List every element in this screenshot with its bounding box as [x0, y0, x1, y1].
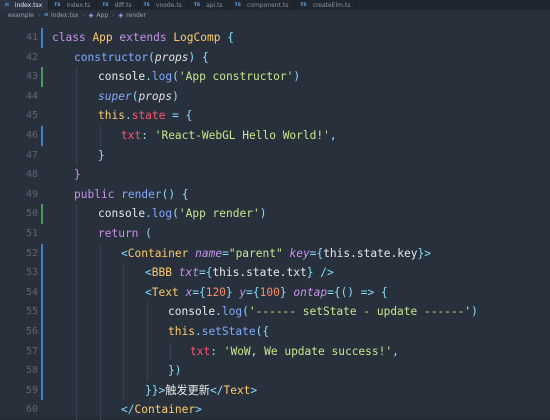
- tab-vnode-ts[interactable]: TS vnode.ts: [139, 0, 189, 10]
- method-icon: ◈: [118, 12, 124, 19]
- breadcrumb-file[interactable]: index.tsx: [51, 12, 78, 19]
- tab-label: createElm.ts: [312, 1, 351, 9]
- breadcrumb-class[interactable]: App: [96, 12, 108, 19]
- tsx-file-icon: ⊞: [5, 2, 9, 8]
- tab-label: component.ts: [246, 1, 289, 9]
- tsx-file-icon: ⊞: [44, 13, 49, 18]
- code-editor: ⊞ index.tsx TS index.ts TS diff.ts TS vn…: [0, 0, 550, 420]
- ts-file-icon: TS: [193, 2, 201, 8]
- ts-file-icon: TS: [300, 2, 307, 8]
- tab-bar: ⊞ index.tsx TS index.ts TS diff.ts TS vn…: [0, 0, 550, 10]
- tab-index-ts[interactable]: TS index.ts: [49, 0, 98, 10]
- tab-label: api.ts: [206, 1, 223, 9]
- breadcrumb-folder[interactable]: example: [8, 12, 34, 19]
- chevron-right-icon: ›: [37, 12, 41, 19]
- tab-api-ts[interactable]: TS api.ts: [189, 0, 230, 10]
- ts-file-icon: TS: [102, 2, 109, 8]
- tab-label: diff.ts: [114, 1, 132, 9]
- ts-file-icon: TS: [54, 2, 61, 8]
- tab-label: index.ts: [66, 1, 91, 9]
- chevron-right-icon: ›: [112, 12, 115, 19]
- ts-file-icon: TS: [234, 2, 241, 8]
- breadcrumb: example › ⊞ index.tsx › ◈ App › ◈ render: [0, 10, 550, 21]
- class-icon: ◈: [88, 12, 94, 19]
- tab-index-tsx[interactable]: ⊞ index.tsx: [0, 0, 50, 10]
- tab-component-ts[interactable]: TS component.ts: [230, 0, 296, 10]
- chevron-right-icon: ›: [82, 12, 85, 19]
- tab-diff-ts[interactable]: TS diff.ts: [97, 0, 139, 10]
- ts-file-icon: TS: [143, 2, 150, 8]
- tab-createelm-ts[interactable]: TS createElm.ts: [295, 0, 358, 10]
- code-area-tail: [0, 24, 550, 417]
- tab-label: index.tsx: [14, 1, 43, 9]
- tab-label: vnode.ts: [155, 1, 182, 9]
- breadcrumb-method[interactable]: render: [126, 12, 146, 19]
